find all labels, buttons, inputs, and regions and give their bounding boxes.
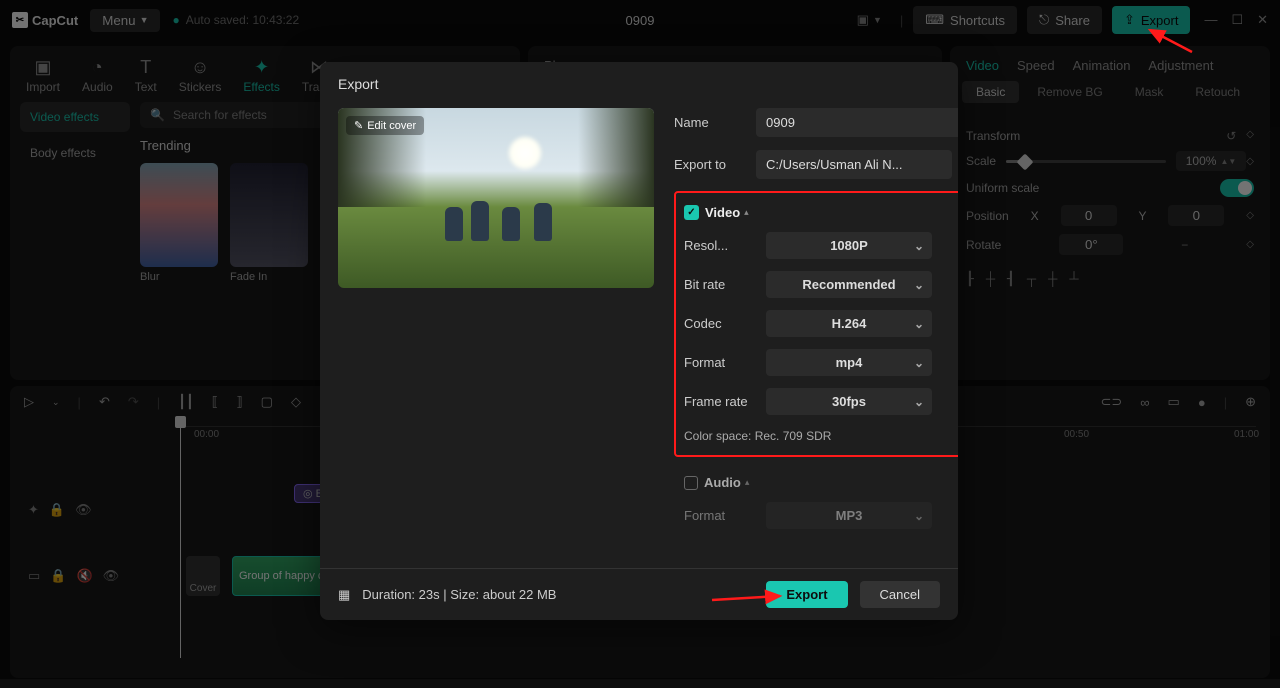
- edit-cover-button[interactable]: ✎ Edit cover: [346, 116, 424, 135]
- video-export-section: ✓ Video ▴ Resol... 1080P Bit rate Recomm…: [674, 191, 958, 457]
- export-modal: Export ✎ Edit cover Name Export to: [320, 62, 958, 620]
- exportto-label: Export to: [674, 157, 744, 172]
- film-icon: ▦: [338, 587, 350, 603]
- pencil-icon: ✎: [354, 119, 363, 132]
- modal-preview-column: ✎ Edit cover: [338, 108, 654, 568]
- export-preview: ✎ Edit cover: [338, 108, 654, 288]
- chevron-up-icon[interactable]: ▴: [745, 477, 750, 488]
- bitrate-label: Bit rate: [684, 277, 754, 292]
- framerate-label: Frame rate: [684, 394, 754, 409]
- audio-export-section: Audio ▴ Format MP3: [674, 475, 958, 529]
- modal-settings-column: Name Export to 🗀 ✓ Video ▴ Resol... 1080…: [674, 108, 958, 568]
- video-checkbox[interactable]: ✓: [684, 205, 699, 220]
- audio-checkbox[interactable]: [684, 476, 698, 490]
- exportto-input[interactable]: [756, 150, 952, 179]
- codec-select[interactable]: H.264: [766, 310, 932, 337]
- bitrate-select[interactable]: Recommended: [766, 271, 932, 298]
- resolution-label: Resol...: [684, 238, 754, 253]
- colorspace-info: Color space: Rec. 709 SDR: [684, 429, 958, 443]
- modal-footer: ▦ Duration: 23s | Size: about 22 MB Expo…: [320, 568, 958, 620]
- name-input[interactable]: [756, 108, 958, 137]
- audio-section-title: Audio: [704, 475, 741, 490]
- format-label: Format: [684, 355, 754, 370]
- chevron-up-icon[interactable]: ▴: [744, 207, 749, 218]
- audio-format-label: Format: [684, 508, 754, 523]
- codec-label: Codec: [684, 316, 754, 331]
- export-button[interactable]: Export: [766, 581, 847, 608]
- export-info: Duration: 23s | Size: about 22 MB: [362, 587, 556, 602]
- video-section-title: Video: [705, 205, 740, 220]
- format-select[interactable]: mp4: [766, 349, 932, 376]
- framerate-select[interactable]: 30fps: [766, 388, 932, 415]
- name-label: Name: [674, 115, 744, 130]
- modal-title: Export: [320, 62, 958, 102]
- resolution-select[interactable]: 1080P: [766, 232, 932, 259]
- audio-format-select: MP3: [766, 502, 932, 529]
- cancel-button[interactable]: Cancel: [860, 581, 940, 608]
